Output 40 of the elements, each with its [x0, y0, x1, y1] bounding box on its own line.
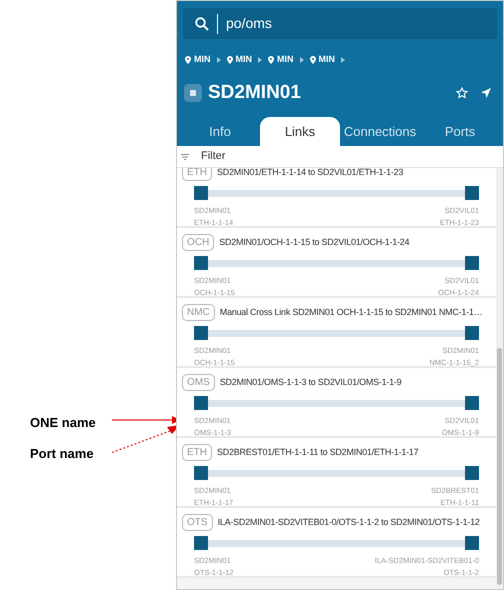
filter-icon	[181, 154, 189, 160]
device-icon	[184, 84, 202, 102]
tab[interactable]: Ports	[420, 117, 500, 146]
link-type-tag: ETH	[182, 444, 212, 461]
star-icon[interactable]	[456, 86, 468, 99]
caret-icon	[216, 56, 220, 63]
search-icon	[195, 16, 209, 30]
search-field[interactable]: po/oms	[183, 8, 497, 39]
breadcrumb-link[interactable]: MIN	[226, 53, 252, 66]
link-title: SD2BREST01/ETH-1-1-11 to SD2MIN01/ETH-1-1-17	[217, 446, 418, 459]
tab[interactable]: Links	[260, 117, 340, 146]
link-title: SD2MIN01/OMS-1-1-3 to SD2VIL01/OMS-1-1-9	[220, 376, 402, 389]
breadcrumb-link[interactable]: MIN	[268, 53, 294, 66]
location-arrow-icon[interactable]	[480, 86, 492, 99]
link-type-tag: NMC	[182, 304, 215, 321]
search-text: po/oms	[226, 14, 272, 33]
breadcrumb-link[interactable]: MIN	[310, 53, 335, 66]
scrollbar[interactable]	[496, 168, 503, 589]
link-title: Manual Cross Link SD2MIN01 OCH-1-1-15 to SD2MIN01 NMC-1-1…	[220, 306, 482, 319]
annotation-label: ONE name	[30, 414, 96, 432]
link-type-tag: OCH	[182, 234, 214, 251]
annotation-label: Port name	[30, 445, 94, 463]
caret-icon	[341, 56, 345, 63]
caret-icon	[300, 56, 304, 63]
link-type-tag: OMS	[182, 374, 215, 391]
pin-icon	[226, 56, 232, 64]
caret-icon	[258, 56, 262, 63]
link-type-tag: ETH	[182, 168, 212, 181]
device-title: SD2MIN01	[208, 80, 301, 104]
filter-bar[interactable]: Filter	[177, 146, 503, 168]
pin-icon	[268, 56, 274, 64]
pin-icon	[310, 56, 316, 64]
pin-icon	[185, 56, 191, 64]
link-type-tag: OTS	[182, 514, 213, 531]
link-title: SD2MIN01/OCH-1-1-15 to SD2VIL01/OCH-1-1-24	[219, 236, 410, 249]
tab[interactable]: Info	[180, 117, 260, 146]
link-title: SD2MIN01/ETH-1-1-14 to SD2VIL01/ETH-1-1-23	[217, 168, 404, 179]
link-title: ILA-SD2MIN01-SD2VITEB01-0/OTS-1-1-2 to SD2MIN01/OTS-1-1-12	[218, 516, 480, 529]
breadcrumb-link[interactable]: MIN	[185, 53, 210, 66]
tab[interactable]: Connections	[340, 117, 420, 146]
